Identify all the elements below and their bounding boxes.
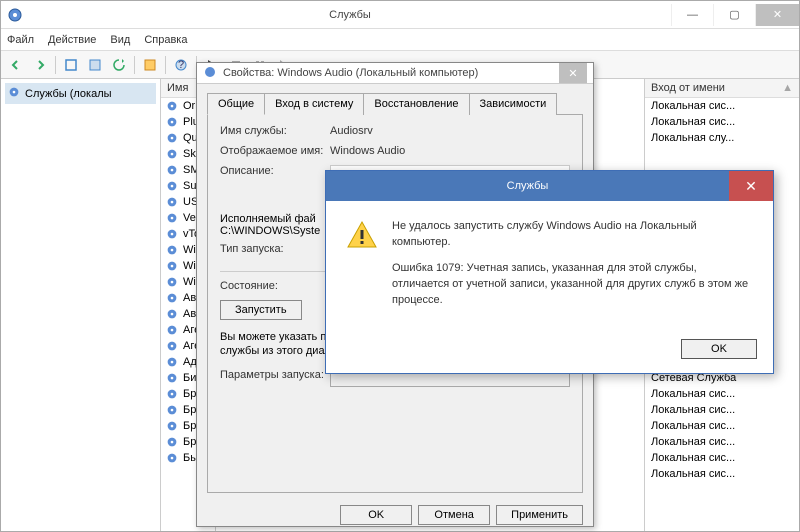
error-titlebar[interactable]: Службы ✕ bbox=[326, 171, 773, 201]
props-apply-button[interactable]: Применить bbox=[496, 505, 583, 525]
props-title: Свойства: Windows Audio (Локальный компь… bbox=[223, 67, 559, 79]
gear-icon bbox=[165, 275, 179, 289]
logon-value[interactable]: Локальная сис... bbox=[645, 98, 799, 114]
gear-icon bbox=[165, 211, 179, 225]
app-icon bbox=[7, 7, 23, 23]
forward-button[interactable] bbox=[29, 54, 51, 76]
refresh-icon[interactable] bbox=[108, 54, 130, 76]
tab-recovery[interactable]: Восстановление bbox=[363, 93, 469, 115]
gear-icon bbox=[165, 403, 179, 417]
tab-deps[interactable]: Зависимости bbox=[469, 93, 558, 115]
help-icon[interactable]: ? bbox=[170, 54, 192, 76]
menu-file[interactable]: Файл bbox=[7, 34, 34, 46]
logon-value[interactable]: Локальная сис... bbox=[645, 418, 799, 434]
label-startup: Тип запуска: bbox=[220, 243, 330, 263]
label-state: Состояние: bbox=[220, 280, 330, 292]
gear-icon bbox=[165, 307, 179, 321]
minimize-button[interactable]: — bbox=[671, 4, 713, 26]
logon-value[interactable] bbox=[645, 146, 799, 162]
main-titlebar[interactable]: Службы — ▢ ✕ bbox=[1, 1, 799, 29]
svg-text:?: ? bbox=[178, 59, 184, 71]
gear-icon bbox=[165, 115, 179, 129]
close-button[interactable]: ✕ bbox=[755, 4, 799, 26]
main-title: Службы bbox=[29, 9, 671, 21]
back-button[interactable] bbox=[5, 54, 27, 76]
logon-value[interactable]: Локальная сис... bbox=[645, 114, 799, 130]
gear-icon bbox=[165, 387, 179, 401]
gear-icon bbox=[165, 371, 179, 385]
tab-logon[interactable]: Вход в систему bbox=[264, 93, 364, 115]
props-titlebar[interactable]: Свойства: Windows Audio (Локальный компь… bbox=[197, 63, 593, 84]
value-svc-name: Audiosrv bbox=[330, 125, 570, 137]
column-logon[interactable]: Вход от имени▲ bbox=[645, 79, 799, 98]
gear-icon bbox=[165, 259, 179, 273]
gear-icon bbox=[165, 435, 179, 449]
menu-help[interactable]: Справка bbox=[144, 34, 187, 46]
logon-value[interactable]: Локальная сис... bbox=[645, 450, 799, 466]
tree-pane[interactable]: Службы (локалы bbox=[1, 79, 161, 531]
properties-icon[interactable] bbox=[139, 54, 161, 76]
menubar: Файл Действие Вид Справка bbox=[1, 29, 799, 51]
gear-icon bbox=[165, 419, 179, 433]
error-title: Службы bbox=[326, 180, 729, 192]
error-message-1: Не удалось запустить службу Windows Audi… bbox=[392, 219, 753, 251]
toolbar-icon[interactable] bbox=[84, 54, 106, 76]
label-svc-name: Имя службы: bbox=[220, 125, 330, 137]
error-close-button[interactable]: ✕ bbox=[729, 171, 773, 201]
props-app-icon bbox=[203, 65, 217, 82]
menu-action[interactable]: Действие bbox=[48, 34, 96, 46]
props-cancel-button[interactable]: Отмена bbox=[418, 505, 490, 525]
gear-icon bbox=[165, 147, 179, 161]
tree-root-label: Службы (локалы bbox=[25, 88, 112, 100]
menu-view[interactable]: Вид bbox=[110, 34, 130, 46]
gear-icon bbox=[165, 227, 179, 241]
label-description: Описание: bbox=[220, 165, 330, 205]
gear-icon bbox=[165, 451, 179, 465]
gear-icon bbox=[7, 85, 21, 102]
logon-value[interactable]: Локальная сис... bbox=[645, 466, 799, 482]
maximize-button[interactable]: ▢ bbox=[713, 4, 755, 26]
warning-icon bbox=[346, 219, 378, 251]
gear-icon bbox=[165, 99, 179, 113]
logon-value[interactable]: Локальная сис... bbox=[645, 434, 799, 450]
gear-icon bbox=[165, 323, 179, 337]
error-dialog: Службы ✕ Не удалось запустить службу Win… bbox=[325, 170, 774, 374]
gear-icon bbox=[165, 131, 179, 145]
error-message-2: Ошибка 1079: Учетная запись, указанная д… bbox=[392, 261, 753, 309]
gear-icon bbox=[165, 339, 179, 353]
error-ok-button[interactable]: OK bbox=[681, 339, 757, 359]
logon-value[interactable]: Локальная сис... bbox=[645, 386, 799, 402]
tab-general[interactable]: Общие bbox=[207, 93, 265, 115]
toolbar-icon[interactable] bbox=[60, 54, 82, 76]
props-tabs: Общие Вход в систему Восстановление Зави… bbox=[207, 92, 583, 115]
gear-icon bbox=[165, 179, 179, 193]
logon-value[interactable]: Локальная сис... bbox=[645, 402, 799, 418]
logon-value[interactable]: Локальная слу... bbox=[645, 130, 799, 146]
gear-icon bbox=[165, 243, 179, 257]
value-display-name: Windows Audio bbox=[330, 145, 570, 157]
props-ok-button[interactable]: OK bbox=[340, 505, 412, 525]
props-close-button[interactable]: ✕ bbox=[559, 63, 587, 83]
gear-icon bbox=[165, 163, 179, 177]
gear-icon bbox=[165, 291, 179, 305]
label-display-name: Отображаемое имя: bbox=[220, 145, 330, 157]
gear-icon bbox=[165, 195, 179, 209]
label-params: Параметры запуска: bbox=[220, 369, 330, 387]
tree-root-item[interactable]: Службы (локалы bbox=[5, 83, 156, 104]
gear-icon bbox=[165, 355, 179, 369]
start-button[interactable]: Запустить bbox=[220, 300, 302, 320]
